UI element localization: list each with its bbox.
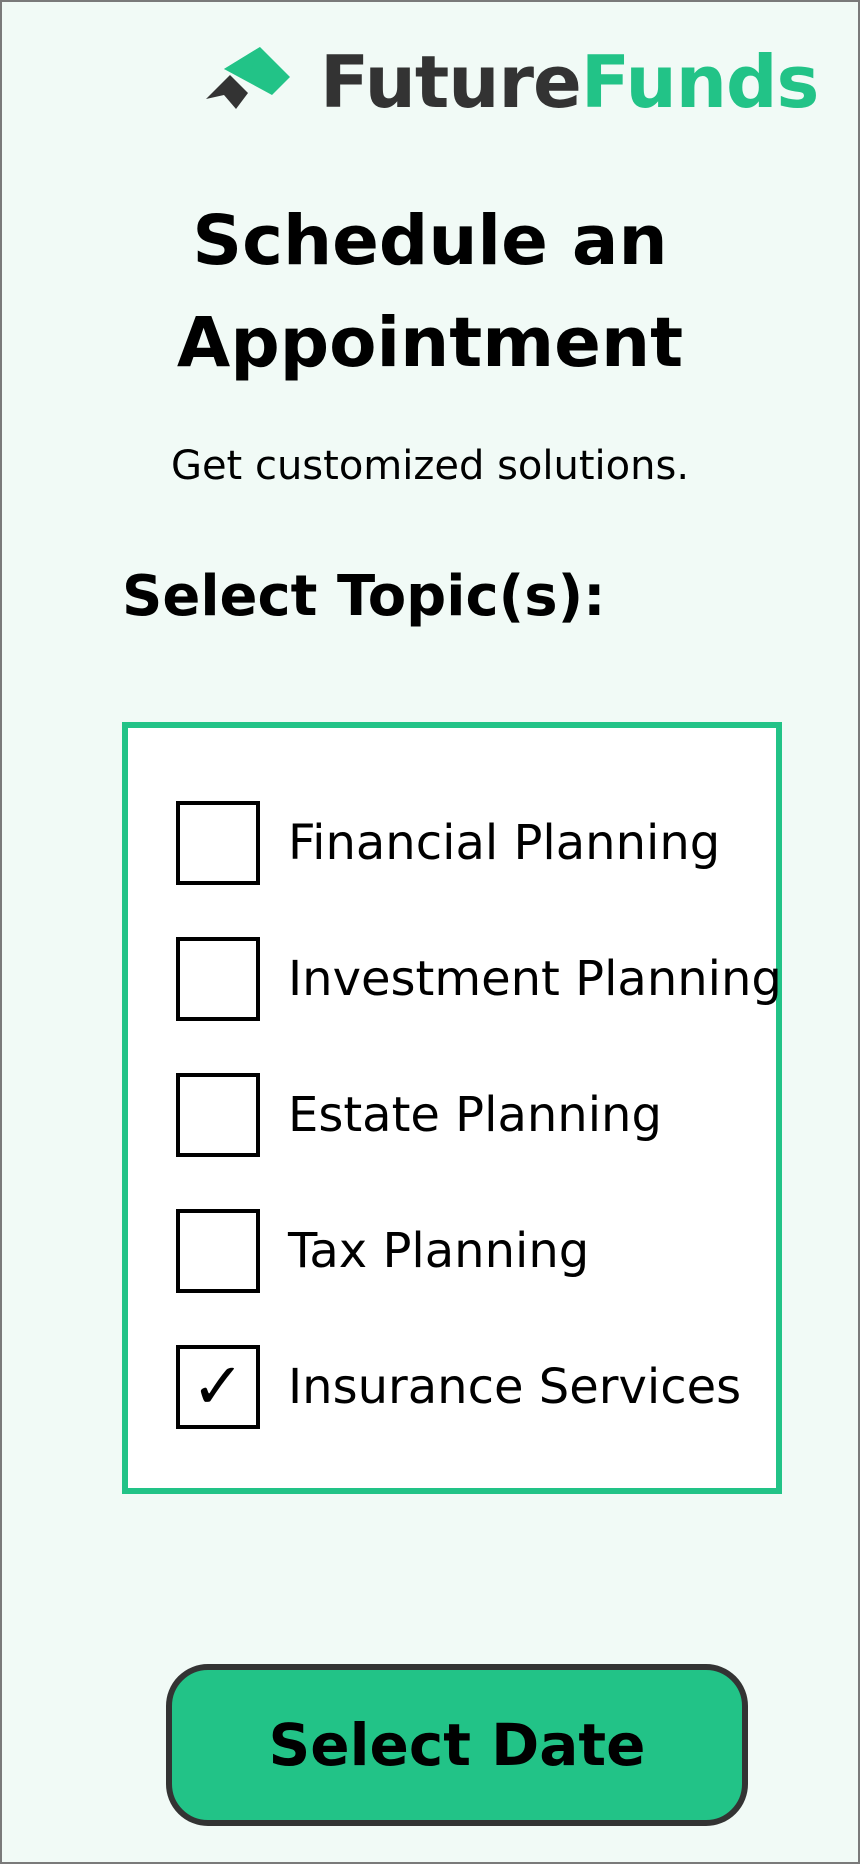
select-date-button[interactable]: Select Date xyxy=(166,1664,748,1826)
checkbox[interactable] xyxy=(176,1209,260,1293)
topics-section-label: Select Topic(s): xyxy=(122,564,606,629)
topic-option-estate-planning[interactable]: Estate Planning xyxy=(176,1071,662,1159)
checkbox[interactable] xyxy=(176,937,260,1021)
topic-option-label: Investment Planning xyxy=(288,951,782,1007)
checkbox[interactable] xyxy=(176,1073,260,1157)
topic-option-label: Tax Planning xyxy=(288,1223,590,1279)
checkbox-checked[interactable]: ✓ xyxy=(176,1345,260,1429)
topic-option-label: Insurance Services xyxy=(288,1359,742,1415)
page-title-line2: Appointment xyxy=(176,303,684,383)
house-arrow-logo-icon xyxy=(206,47,290,109)
topic-option-label: Estate Planning xyxy=(288,1087,662,1143)
page-title: Schedule an Appointment xyxy=(2,190,858,394)
checkbox[interactable] xyxy=(176,801,260,885)
page-subtitle: Get customized solutions. xyxy=(170,443,690,489)
brand-name: FutureFunds xyxy=(320,46,819,118)
checkmark-icon: ✓ xyxy=(191,1350,245,1424)
topic-option-label: Financial Planning xyxy=(288,815,721,871)
topic-option-investment-planning[interactable]: Investment Planning xyxy=(176,935,782,1023)
topic-option-financial-planning[interactable]: Financial Planning xyxy=(176,799,720,887)
brand-header: FutureFunds xyxy=(202,42,819,122)
appointment-screen: FutureFunds Schedule an Appointment Get … xyxy=(0,0,860,1864)
topic-options-panel: Financial Planning Investment Planning E… xyxy=(122,722,782,1494)
topic-option-tax-planning[interactable]: Tax Planning xyxy=(176,1207,589,1295)
page-title-line1: Schedule an xyxy=(192,201,668,281)
brand-name-part2: Funds xyxy=(580,40,820,124)
topic-option-insurance-services[interactable]: ✓ Insurance Services xyxy=(176,1343,741,1431)
brand-name-part1: Future xyxy=(320,40,582,124)
